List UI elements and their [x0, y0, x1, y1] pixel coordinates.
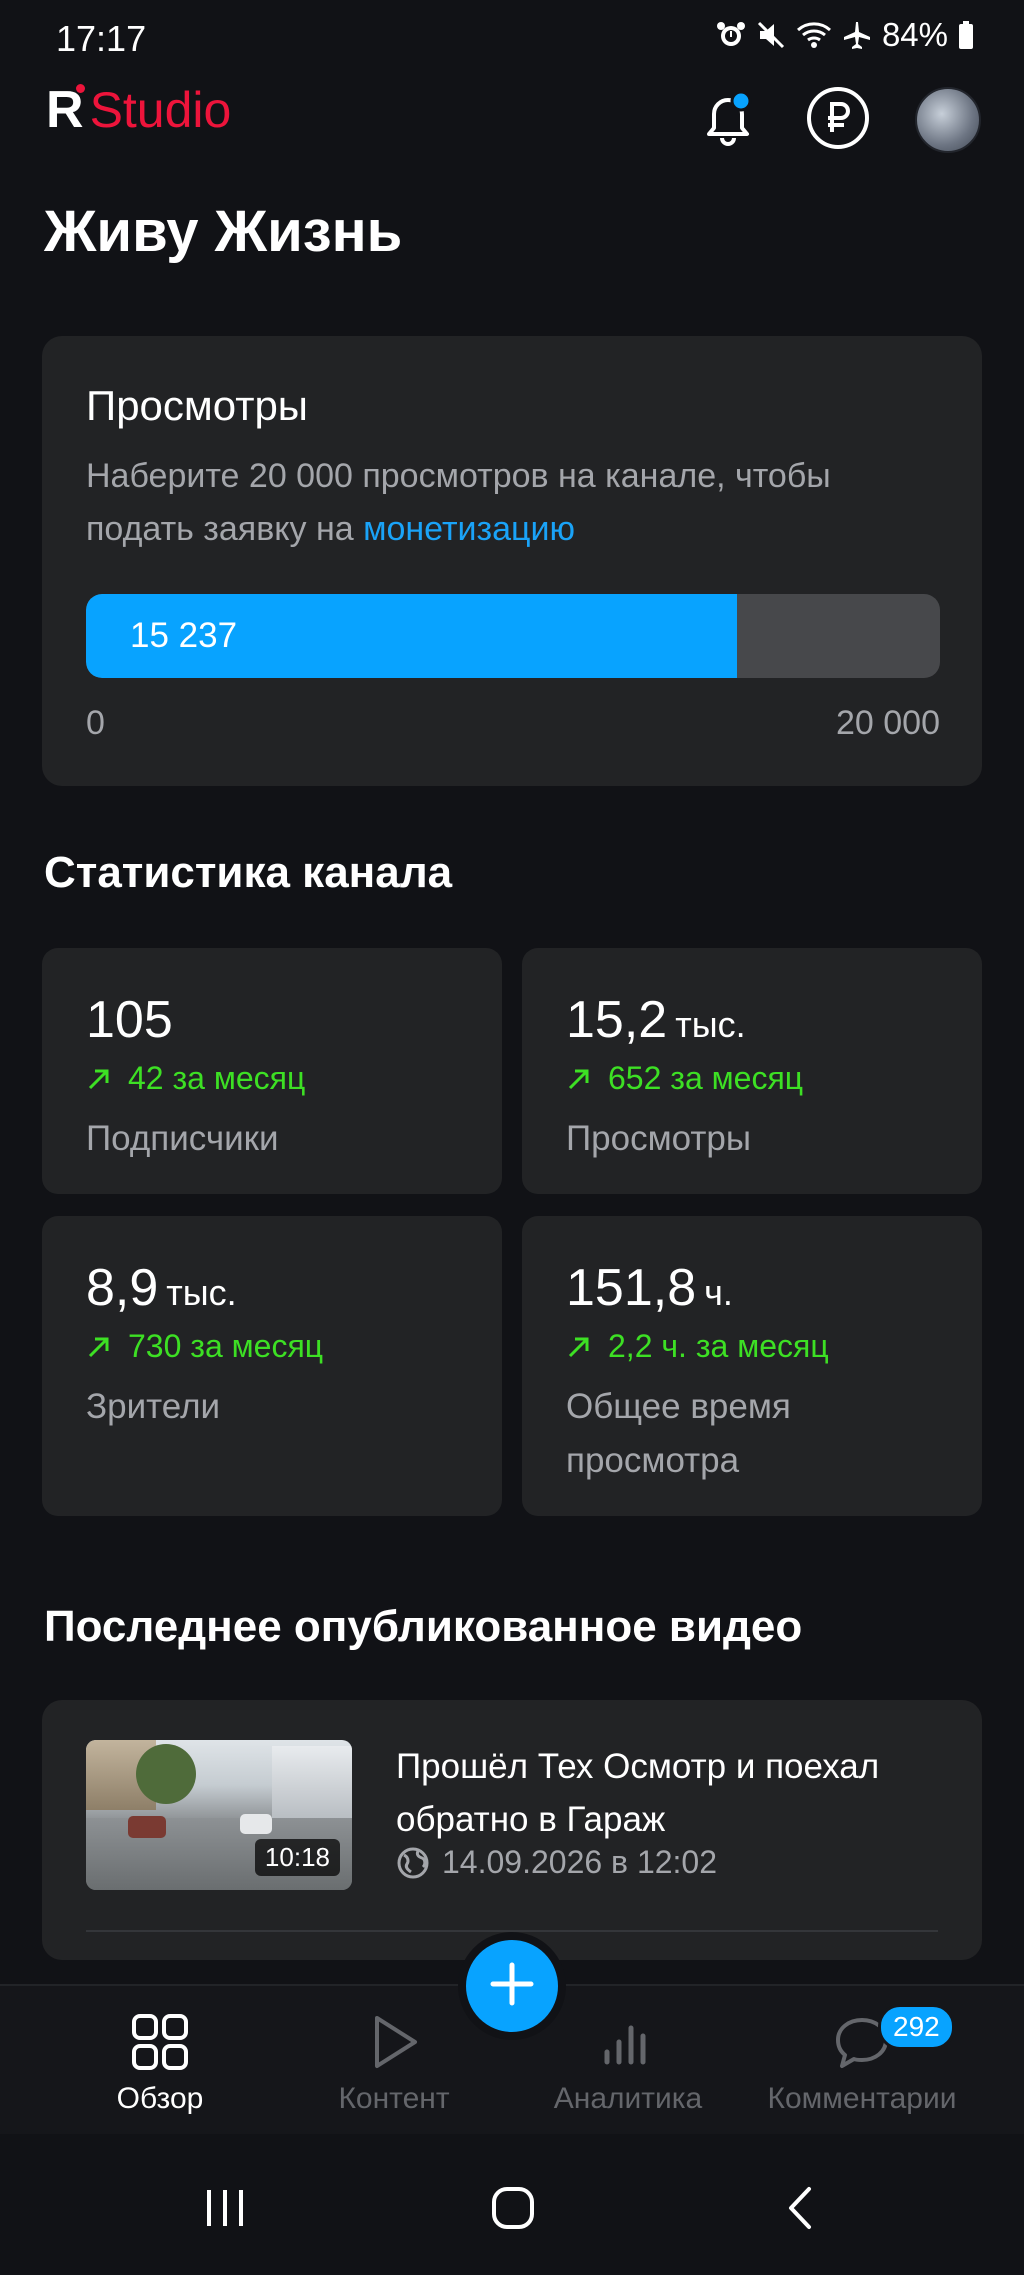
stat-value-number: 15,2: [566, 991, 668, 1049]
nav-label: Контент: [338, 2082, 450, 2115]
stat-delta: 730 за месяц: [86, 1328, 323, 1365]
stat-value: 105: [86, 990, 181, 1050]
stat-value-unit: тыс.: [166, 1272, 237, 1313]
system-navigation-bar: [0, 2150, 1024, 2275]
alarm-icon: [716, 20, 746, 50]
stat-value: 151,8 ч.: [566, 1258, 733, 1318]
grid-icon: [40, 2010, 280, 2074]
recents-icon: [203, 2188, 247, 2233]
video-thumbnail[interactable]: 10:18: [86, 1740, 352, 1890]
plus-icon: [487, 1959, 537, 2014]
home-icon: [490, 2185, 536, 2236]
airplane-icon: [842, 20, 872, 50]
nav-item-comments[interactable]: 292 Комментарии: [742, 2004, 982, 2116]
video-title[interactable]: Прошёл Тех Осмотр и поехал обратно в Гар…: [396, 1740, 956, 1846]
stat-tile-watch-time[interactable]: 151,8 ч. 2,2 ч. за месяц Общее время прос…: [522, 1216, 982, 1516]
trend-up-icon: [568, 1069, 589, 1089]
progress-min-label: 0: [86, 704, 105, 742]
stat-label: Просмотры: [566, 1119, 751, 1158]
recents-button[interactable]: [200, 2180, 250, 2240]
thumbnail-building: [272, 1746, 352, 1818]
status-icons: 84%: [716, 16, 974, 54]
trend-up-icon: [88, 1337, 109, 1357]
stat-delta: 42 за месяц: [86, 1060, 305, 1097]
nav-item-overview[interactable]: Обзор: [40, 2010, 280, 2116]
video-duration: 10:18: [254, 1839, 340, 1876]
monetization-link[interactable]: монетизацию: [363, 510, 575, 548]
views-progress-value: 15 237: [130, 616, 238, 655]
logo-dot: [76, 84, 85, 93]
app-header: R Studio: [0, 80, 1024, 190]
thumbnail-tree: [136, 1744, 196, 1804]
last-video-card[interactable]: 10:18 Прошёл Тех Осмотр и поехал обратно…: [42, 1700, 982, 1960]
thumbnail-car: [128, 1816, 166, 1838]
stat-delta-text: 42 за месяц: [128, 1060, 306, 1096]
page-title: Живу Жизнь: [44, 199, 403, 264]
thumbnail-car: [240, 1814, 272, 1834]
notifications-button[interactable]: [692, 84, 764, 156]
stat-value-unit: ч.: [704, 1272, 733, 1313]
create-button[interactable]: [458, 1932, 566, 2040]
stat-delta: 652 за месяц: [566, 1060, 803, 1097]
bell-icon: [700, 88, 756, 153]
progress-max-label: 20 000: [836, 704, 940, 742]
stat-value: 8,9 тыс.: [86, 1258, 237, 1318]
views-card-description: Наберите 20 000 просмотров на канале, чт…: [86, 450, 906, 556]
stat-value-unit: тыс.: [675, 1004, 746, 1045]
status-bar: 17:17 84%: [0, 0, 1024, 76]
stat-value-number: 151,8: [566, 1259, 697, 1317]
stat-delta: 2,2 ч. за месяц: [566, 1328, 829, 1365]
stat-value-number: 105: [86, 991, 173, 1049]
stat-label: Подписчики: [86, 1119, 279, 1158]
stats-section-title: Статистика канала: [44, 848, 453, 897]
globe-icon: [397, 1847, 429, 1878]
stat-label: Зрители: [86, 1387, 221, 1426]
stat-tile-subscribers[interactable]: 105 42 за месяц Подписчики: [42, 948, 502, 1194]
comments-count-badge: 292: [878, 2004, 955, 2050]
stat-label: Общее время просмотра: [566, 1387, 791, 1480]
battery-percent: 84%: [881, 16, 948, 53]
nav-label: Аналитика: [553, 2082, 703, 2115]
trend-up-icon: [88, 1069, 109, 1089]
app-logo: R Studio: [46, 80, 231, 140]
battery-icon: [958, 21, 974, 49]
logo-word: Studio: [89, 82, 232, 138]
views-progress-bar: 15 237: [86, 594, 940, 678]
stat-delta-text: 730 за месяц: [128, 1328, 324, 1364]
ruble-icon: [805, 85, 871, 156]
stat-tile-viewers[interactable]: 8,9 тыс. 730 за месяц Зрители: [42, 1216, 502, 1516]
video-date-text: 14.09.2026 в 12:02: [442, 1844, 718, 1880]
stat-tile-views[interactable]: 15,2 тыс. 652 за месяц Просмотры: [522, 948, 982, 1194]
stat-delta-text: 2,2 ч. за месяц: [608, 1328, 829, 1364]
nav-label: Комментарии: [767, 2082, 957, 2115]
stat-value: 15,2 тыс.: [566, 990, 746, 1050]
views-card: Просмотры Наберите 20 000 просмотров на …: [42, 336, 982, 786]
last-video-section-title: Последнее опубликованное видео: [44, 1602, 803, 1651]
back-icon: [785, 2185, 815, 2236]
mute-icon: [756, 20, 786, 50]
nav-label: Обзор: [116, 2082, 204, 2115]
stat-value-number: 8,9: [86, 1259, 159, 1317]
avatar: [915, 87, 981, 153]
back-button[interactable]: [780, 2180, 820, 2240]
views-card-title: Просмотры: [86, 382, 308, 429]
wifi-icon: [796, 20, 832, 50]
trend-up-icon: [568, 1337, 589, 1357]
header-actions: [692, 84, 984, 156]
stat-delta-text: 652 за месяц: [608, 1060, 804, 1096]
video-date: 14.09.2026 в 12:02: [396, 1844, 717, 1881]
monetization-button[interactable]: [802, 84, 874, 156]
profile-button[interactable]: [912, 84, 984, 156]
home-button[interactable]: [488, 2180, 538, 2240]
status-time: 17:17: [56, 18, 147, 59]
